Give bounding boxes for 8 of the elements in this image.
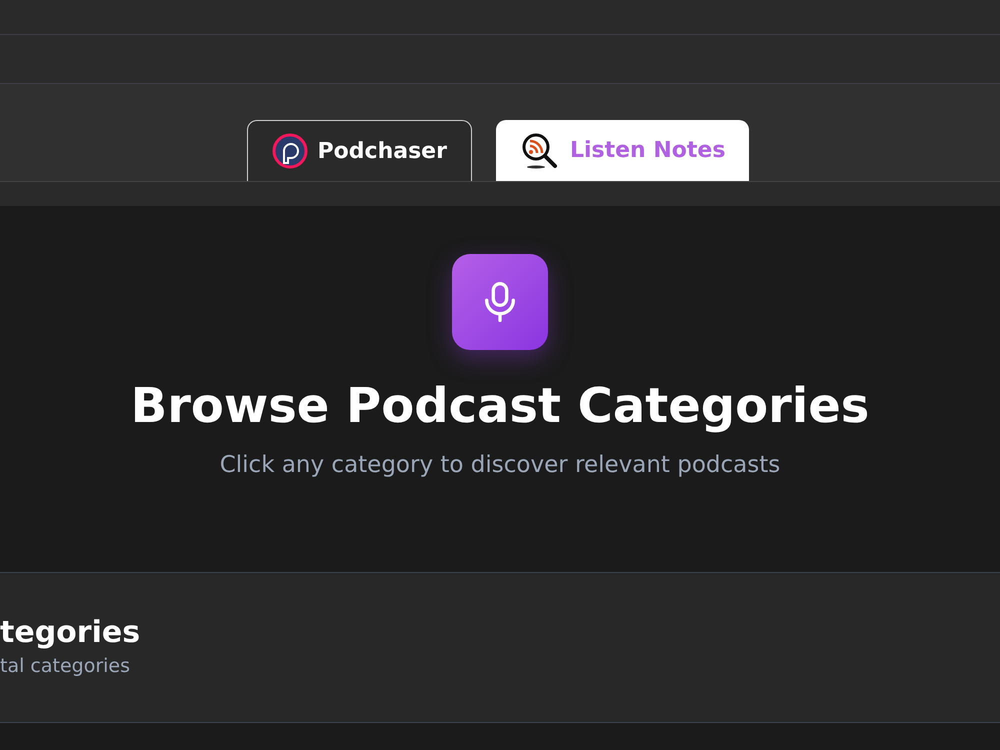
section-title: tegories: [0, 614, 142, 652]
magnifier-rss-icon: [520, 130, 560, 170]
source-tab[interactable]: Listen Notes: [496, 120, 750, 181]
source-tab[interactable]: Podchaser: [246, 120, 472, 181]
page-title: Browse Podcast Categories: [130, 377, 870, 436]
podchaser-logo-icon: [272, 133, 308, 169]
page-subtitle: Click any category to discover relevant podcasts: [220, 451, 780, 480]
section-subtitle: tal categories: [0, 654, 132, 680]
